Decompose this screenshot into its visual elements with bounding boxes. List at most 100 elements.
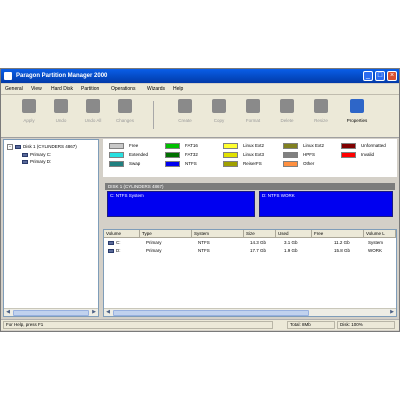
status-total: Total: 8Mb bbox=[287, 321, 335, 329]
legend-swatch bbox=[223, 161, 238, 167]
cell-free: 15.8 Gb bbox=[334, 248, 351, 253]
create-label: Create bbox=[178, 118, 192, 123]
close-button[interactable]: × bbox=[387, 71, 397, 81]
tree-item-primary-d[interactable]: Primary D: bbox=[22, 159, 51, 165]
list-horizontal-scrollbar[interactable]: ◀ ▶ bbox=[104, 308, 396, 316]
tree-disk-label: Disk 1 (CYLINDERS 4867) bbox=[23, 144, 77, 150]
legend-label: FAT16 bbox=[185, 143, 198, 148]
undo-icon bbox=[54, 99, 68, 113]
properties-button[interactable]: Properties bbox=[343, 99, 371, 133]
column-header-type[interactable]: Type bbox=[140, 230, 192, 238]
title-bar[interactable]: Paragon Partition Manager 2000 _ □ × bbox=[1, 69, 399, 83]
properties-label: Properties bbox=[346, 118, 368, 123]
legend-swatch bbox=[109, 152, 124, 158]
partition-label: C: NTFS System bbox=[110, 193, 144, 198]
minimize-button[interactable]: _ bbox=[363, 71, 373, 81]
undo-button[interactable]: Undo bbox=[47, 99, 75, 133]
cell-text: D: bbox=[116, 248, 121, 253]
cell-type: Primary bbox=[146, 248, 162, 253]
cell-free: 11.2 Gb bbox=[334, 240, 350, 245]
tree-item-primary-c[interactable]: Primary C: bbox=[22, 152, 51, 158]
partition-label: D: NTFS WORK bbox=[262, 193, 295, 198]
main-window: Paragon Partition Manager 2000 _ □ × Gen… bbox=[0, 68, 400, 332]
cell-type: Primary bbox=[146, 240, 162, 245]
menu-operations[interactable]: Operations bbox=[111, 85, 135, 93]
menu-view[interactable]: View bbox=[31, 85, 42, 93]
column-header-volume-label[interactable]: Volume L bbox=[364, 230, 396, 238]
legend-swatch bbox=[223, 143, 238, 149]
format-button[interactable]: Format bbox=[239, 99, 267, 133]
drive-icon bbox=[108, 248, 114, 253]
scroll-left-arrow-icon[interactable]: ◀ bbox=[4, 309, 12, 316]
copy-partition-icon bbox=[212, 99, 226, 113]
legend-label: Linux Ext2 bbox=[243, 143, 265, 148]
partition-list: Volume Type System Size Used Free Volume… bbox=[103, 229, 397, 317]
tree-disk-node[interactable]: − Disk 1 (CYLINDERS 4867) bbox=[7, 144, 77, 150]
cell-used: 1.9 Gb bbox=[284, 248, 298, 253]
column-header-used[interactable]: Used bbox=[276, 230, 312, 238]
disk-map: DISK 1 (CYLINDERS 4867) C: NTFS System D… bbox=[103, 179, 397, 227]
menu-help[interactable]: Help bbox=[173, 85, 183, 93]
resize-button[interactable]: Resize bbox=[307, 99, 335, 133]
tree-scroll-thumb[interactable] bbox=[13, 310, 89, 316]
legend-label: NTFS bbox=[185, 161, 197, 166]
legend-swatch bbox=[109, 161, 124, 167]
legend-swatch bbox=[109, 143, 124, 149]
drive-icon bbox=[108, 240, 114, 245]
create-partition-icon bbox=[178, 99, 192, 113]
cell-system: NTFS bbox=[198, 240, 210, 245]
apply-icon bbox=[22, 99, 36, 113]
column-header-system[interactable]: System bbox=[192, 230, 244, 238]
cell-size: 17.7 Gb bbox=[250, 248, 267, 253]
changes-button[interactable]: Changes bbox=[111, 99, 139, 133]
cell-used: 3.1 Gb bbox=[284, 240, 298, 245]
column-header-size[interactable]: Size bbox=[244, 230, 276, 238]
tree-item-label: Primary C: bbox=[30, 152, 52, 157]
partition-block-c[interactable]: C: NTFS System bbox=[107, 191, 255, 217]
menu-general[interactable]: General bbox=[5, 85, 23, 93]
legend-swatch bbox=[165, 161, 180, 167]
legend-label: ReiserFS bbox=[243, 161, 262, 166]
tree-item-label: Primary D: bbox=[30, 159, 52, 164]
list-scroll-thumb[interactable] bbox=[113, 310, 309, 316]
toolbar-separator bbox=[153, 101, 154, 129]
column-header-volume[interactable]: Volume bbox=[104, 230, 140, 238]
legend-label: Other bbox=[303, 161, 315, 166]
properties-icon bbox=[350, 99, 364, 113]
legend-swatch bbox=[165, 152, 180, 158]
copy-label: Copy bbox=[213, 118, 225, 123]
create-button[interactable]: Create bbox=[171, 99, 199, 133]
menu-hard-disk[interactable]: Hard Disk bbox=[51, 85, 73, 93]
scroll-right-arrow-icon[interactable]: ▶ bbox=[388, 309, 396, 316]
legend-swatch bbox=[283, 161, 298, 167]
cell-label: WORK bbox=[368, 248, 382, 253]
delete-button[interactable]: Delete bbox=[273, 99, 301, 133]
partition-block-d[interactable]: D: NTFS WORK bbox=[259, 191, 393, 217]
toolbar: Apply Undo Undo All Changes Create Copy … bbox=[1, 95, 399, 138]
legend-label: Linux Ext3 bbox=[243, 152, 265, 157]
format-icon bbox=[246, 99, 260, 113]
tree-horizontal-scrollbar[interactable]: ◀ ▶ bbox=[4, 308, 98, 316]
undo-all-icon bbox=[86, 99, 100, 113]
disk-map-header: DISK 1 (CYLINDERS 4867) bbox=[105, 183, 395, 190]
menu-wizards[interactable]: Wizards bbox=[147, 85, 165, 93]
status-bar: For Help, press F1 Total: 8Mb Disk: 100% bbox=[1, 319, 399, 330]
apply-button[interactable]: Apply bbox=[15, 99, 43, 133]
column-header-free[interactable]: Free bbox=[312, 230, 364, 238]
legend-label: Extended bbox=[129, 152, 149, 157]
cell-volume: C: bbox=[108, 240, 121, 246]
menu-partition[interactable]: Partition bbox=[81, 85, 99, 93]
scroll-left-arrow-icon[interactable]: ◀ bbox=[104, 309, 112, 316]
cell-size: 14.3 Gb bbox=[250, 240, 267, 245]
undo-all-button[interactable]: Undo All bbox=[79, 99, 107, 133]
expand-icon[interactable]: − bbox=[7, 144, 13, 150]
cell-text: C: bbox=[116, 240, 121, 245]
legend-swatch bbox=[341, 143, 356, 149]
maximize-button[interactable]: □ bbox=[375, 71, 385, 81]
copy-button[interactable]: Copy bbox=[205, 99, 233, 133]
cell-volume: D: bbox=[108, 248, 121, 254]
legend-label: FAT32 bbox=[185, 152, 198, 157]
menu-bar: General View Hard Disk Partition Operati… bbox=[1, 84, 399, 95]
scroll-right-arrow-icon[interactable]: ▶ bbox=[90, 309, 98, 316]
legend-swatch bbox=[341, 152, 356, 158]
